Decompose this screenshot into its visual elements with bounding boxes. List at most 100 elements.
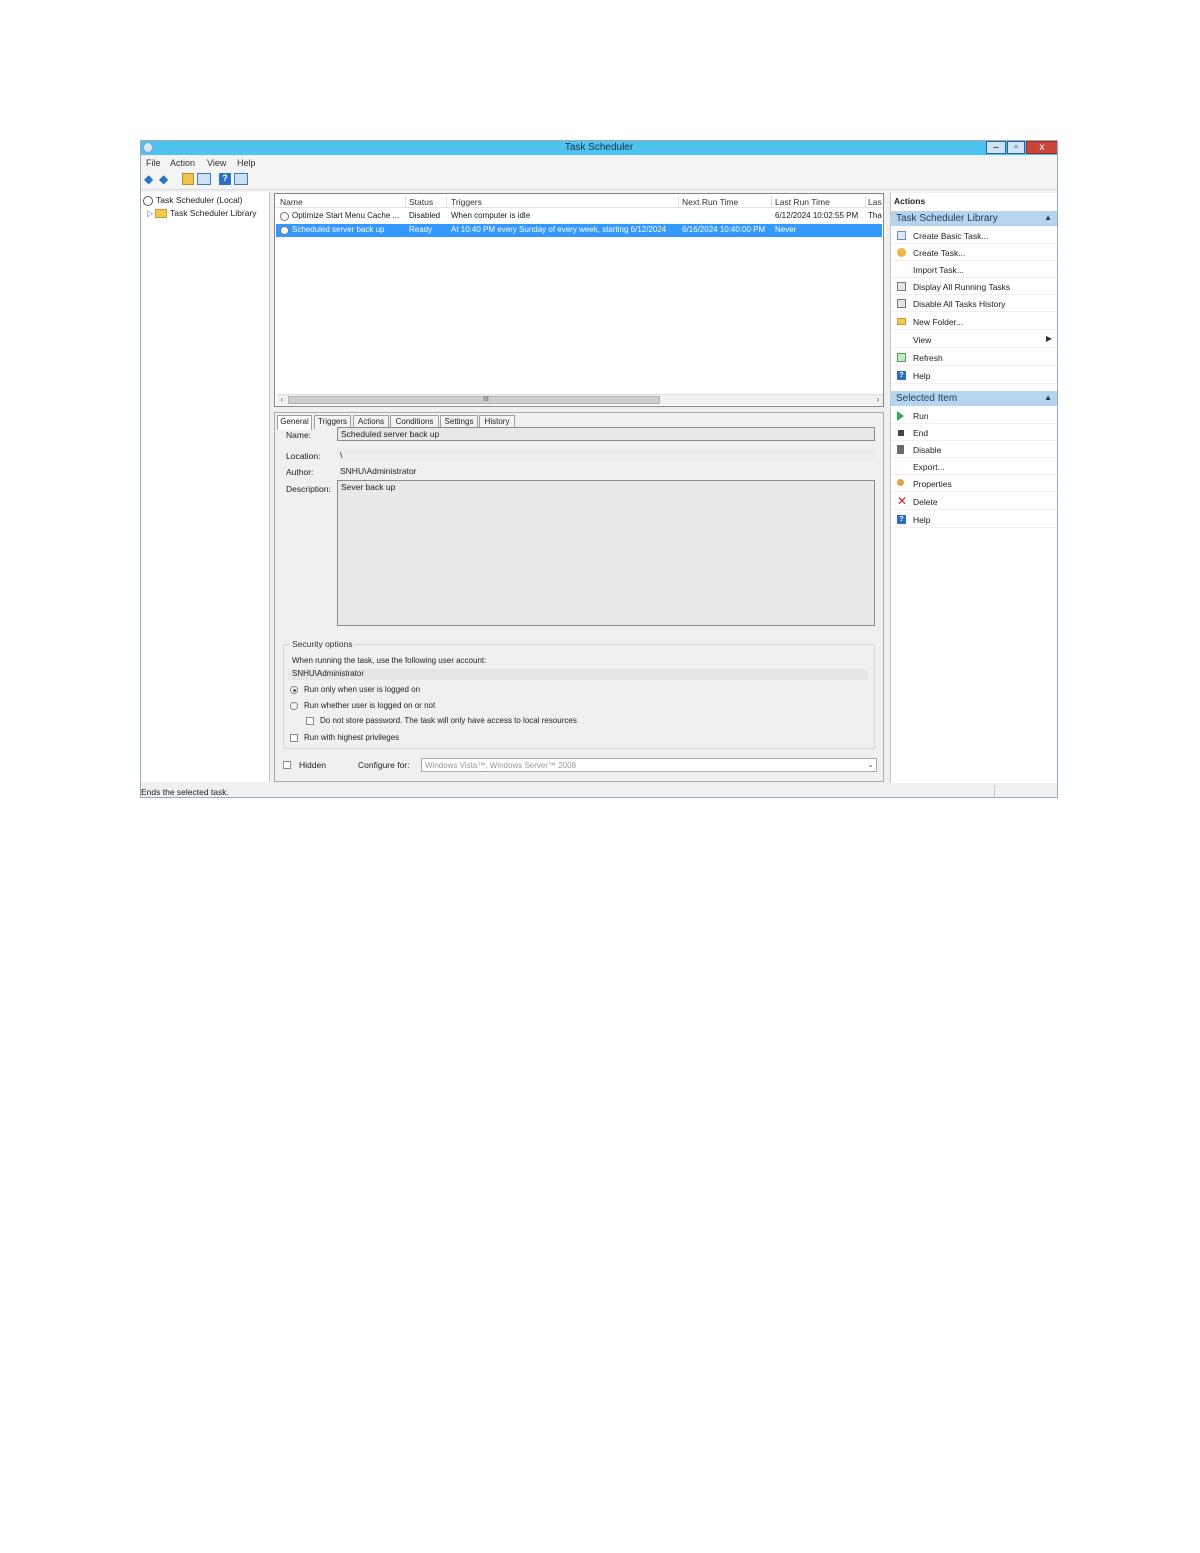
section-task-scheduler-library[interactable]: Task Scheduler Library ▲ [891,211,1057,226]
horizontal-scrollbar[interactable]: ‹ III › [277,394,883,405]
security-options-group: Security options When running the task, … [283,639,875,749]
tree-item-library[interactable]: ▷ Task Scheduler Library [147,208,256,219]
name-field[interactable]: Scheduled server back up [337,427,875,441]
task-list: Name Status Triggers Next Run Time Last … [274,193,884,407]
task-scheduler-window: Task Scheduler – ▫ x File Action View He… [140,140,1058,798]
back-arrow-icon[interactable]: ◆ [144,173,156,185]
properties-icon [897,479,904,486]
menu-action[interactable]: Action [170,158,195,168]
column-triggers[interactable]: Triggers [451,197,482,207]
task-triggers: When computer is idle [451,211,531,220]
action-label: Create Task... [913,248,966,258]
task-name: Scheduled server back up [292,225,385,234]
create-task-icon [897,248,906,257]
column-status[interactable]: Status [409,197,433,207]
checkbox-no-password[interactable] [306,717,314,725]
action-end[interactable]: End [891,425,1057,441]
forward-arrow-icon[interactable]: ◆ [159,173,171,185]
action-label: View [913,335,932,345]
checkbox-hidden[interactable] [283,761,291,769]
column-name[interactable]: Name [280,197,303,207]
folder-icon [155,209,167,219]
author-label: Author: [286,467,314,477]
action-import-task[interactable]: Import Task... [891,262,1057,278]
action-label: Delete [913,497,938,507]
action-new-folder[interactable]: New Folder... [891,314,1057,330]
table-row[interactable]: Optimize Start Menu Cache ... Disabled W… [276,210,882,223]
action-label: Help [913,515,931,525]
checkbox-highest-privileges-label[interactable]: Run with highest privileges [304,733,399,742]
action-create-task[interactable]: Create Task... [891,245,1057,261]
action-label: Disable All Tasks History [913,299,1006,309]
task-next-run: 6/16/2024 10:40:00 PM [682,225,766,234]
status-text: Ends the selected task. [141,787,229,797]
column-next-run-time[interactable]: Next Run Time [682,197,738,207]
task-triggers: At 10:40 PM every Sunday of every week, … [451,225,667,234]
help-icon[interactable]: ? [219,173,231,185]
chevron-down-icon[interactable]: ⌄ [867,760,874,769]
checkbox-no-password-label[interactable]: Do not store password. The task will onl… [320,716,577,725]
bottom-row: Hidden Configure for: Windows Vista™, Wi… [283,758,879,774]
action-refresh[interactable]: Refresh [891,350,1057,366]
tab-general[interactable]: General [277,415,312,430]
delete-icon: ✕ [897,494,908,508]
close-button[interactable]: x [1026,141,1057,154]
action-export[interactable]: Export... [891,459,1057,475]
action-create-basic-task[interactable]: Create Basic Task... [891,228,1057,244]
show-hide-console-tree-icon[interactable] [197,173,211,185]
collapse-caret-icon[interactable]: ▲ [1044,393,1052,402]
menu-file[interactable]: File [146,158,161,168]
scrollbar-thumb[interactable]: III [288,396,660,404]
expand-arrow-icon[interactable]: ▷ [147,209,153,218]
action-help-selected[interactable]: ? Help [891,512,1057,528]
up-folder-icon[interactable] [182,173,194,185]
action-display-running-tasks[interactable]: Display All Running Tasks [891,279,1057,295]
action-view[interactable]: View ▶ [891,332,1057,348]
action-properties[interactable]: Properties [891,476,1057,492]
table-row-selected[interactable]: Scheduled server back up Ready At 10:40 … [276,224,882,237]
user-account-field: SNHU\Administrator [288,669,868,680]
help-icon: ? [897,515,906,524]
title-bar: Task Scheduler – ▫ x [141,141,1057,155]
action-disable[interactable]: Disable [891,442,1057,458]
action-run[interactable]: Run [891,408,1057,424]
menu-view[interactable]: View [207,158,226,168]
task-status: Disabled [409,211,441,220]
actions-header: Actions [894,196,926,206]
radio-whether-logged-on-label[interactable]: Run whether user is logged on or not [304,701,435,710]
run-icon [897,411,904,421]
radio-logged-on[interactable] [290,686,298,694]
center-pane: Name Status Triggers Next Run Time Last … [274,193,884,783]
minimize-button[interactable]: – [986,141,1006,154]
create-basic-task-icon [897,231,906,240]
action-disable-tasks-history[interactable]: Disable All Tasks History [891,296,1057,312]
maximize-button[interactable]: ▫ [1007,141,1025,154]
action-delete[interactable]: ✕ Delete [891,494,1057,510]
new-folder-icon [897,318,906,325]
task-details-panel: General Triggers Actions Conditions Sett… [274,412,884,782]
account-prompt: When running the task, use the following… [292,656,487,665]
show-hide-action-pane-icon[interactable] [234,173,248,185]
action-help[interactable]: ? Help [891,368,1057,384]
checkbox-highest-privileges[interactable] [290,734,298,742]
action-label: Display All Running Tasks [913,282,1011,292]
menu-help[interactable]: Help [237,158,256,168]
menu-bar: File Action View Help [141,156,1057,170]
hidden-label[interactable]: Hidden [299,760,326,770]
action-label: Properties [913,479,952,489]
help-icon: ? [897,371,906,380]
column-last-result[interactable]: Las [868,197,882,207]
column-last-run-time[interactable]: Last Run Time [775,197,830,207]
task-name: Optimize Start Menu Cache ... [292,211,400,220]
tree-item-root[interactable]: Task Scheduler (Local) [143,195,242,206]
section-selected-item[interactable]: Selected Item ▲ [891,391,1057,406]
scroll-left-icon[interactable]: ‹ [277,395,287,405]
collapse-caret-icon[interactable]: ▲ [1044,213,1052,222]
radio-logged-on-label[interactable]: Run only when user is logged on [304,685,420,694]
task-list-header: Name Status Triggers Next Run Time Last … [275,196,883,208]
configure-for-select[interactable]: Windows Vista™, Windows Server™ 2008 ⌄ [421,758,877,772]
radio-whether-logged-on[interactable] [290,702,298,710]
description-field[interactable]: Sever back up [337,480,875,626]
action-label: Export... [913,462,945,472]
scroll-right-icon[interactable]: › [873,395,883,405]
